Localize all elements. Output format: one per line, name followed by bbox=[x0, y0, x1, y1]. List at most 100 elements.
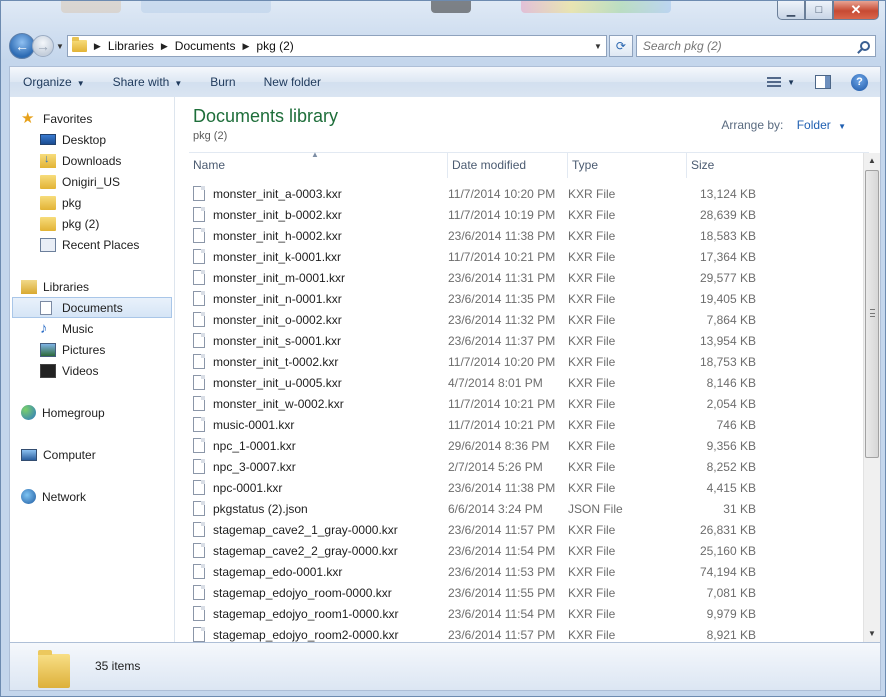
sidebar-item-videos[interactable]: Videos bbox=[10, 360, 174, 381]
file-name[interactable]: npc-0001.kxr bbox=[213, 481, 282, 495]
breadcrumb-current-folder[interactable]: pkg (2) bbox=[256, 39, 293, 53]
column-header-size[interactable]: Size bbox=[687, 153, 767, 178]
recent-pages-icon[interactable]: ▼ bbox=[56, 42, 64, 51]
vertical-scrollbar[interactable]: ▲ ▼ bbox=[863, 153, 880, 642]
sidebar-item-pkg[interactable]: pkg bbox=[10, 192, 174, 213]
burn-button[interactable]: Burn bbox=[210, 75, 235, 89]
file-name[interactable]: monster_init_m-0001.kxr bbox=[213, 271, 345, 285]
chevron-right-icon[interactable]: ▶ bbox=[243, 41, 250, 52]
sidebar-item-homegroup[interactable]: Homegroup bbox=[10, 402, 174, 423]
search-icon[interactable] bbox=[859, 41, 870, 51]
sidebar-item-onigiri-us[interactable]: Onigiri_US bbox=[10, 171, 174, 192]
window-controls: ▁ □ ✕ bbox=[777, 1, 879, 20]
file-name[interactable]: monster_init_s-0001.kxr bbox=[213, 334, 341, 348]
preview-pane-icon[interactable] bbox=[815, 75, 831, 89]
sidebar-item-desktop[interactable]: Desktop bbox=[10, 129, 174, 150]
file-name[interactable]: stagemap_edojyo_room-0000.kxr bbox=[213, 586, 392, 600]
file-name-cell: stagemap_cave2_1_gray-0000.kxr bbox=[193, 522, 448, 537]
chevron-down-icon[interactable]: ▼ bbox=[838, 122, 846, 131]
file-row[interactable]: monster_init_t-0002.kxr 11/7/2014 10:20 P… bbox=[193, 351, 853, 372]
new-folder-button[interactable]: New folder bbox=[264, 75, 321, 89]
file-row[interactable]: stagemap_edojyo_room-0000.kxr 23/6/2014 1… bbox=[193, 582, 853, 603]
column-header-type[interactable]: Type bbox=[568, 153, 687, 178]
file-row[interactable]: stagemap_edo-0001.kxr 23/6/2014 11:53 PM K… bbox=[193, 561, 853, 582]
file-row[interactable]: stagemap_cave2_1_gray-0000.kxr 23/6/2014 … bbox=[193, 519, 853, 540]
file-row[interactable]: monster_init_a-0003.kxr 11/7/2014 10:20 P… bbox=[193, 183, 853, 204]
chevron-right-icon[interactable]: ▶ bbox=[94, 41, 101, 52]
column-header-name[interactable]: ▲ Name bbox=[189, 150, 448, 178]
file-name[interactable]: monster_init_w-0002.kxr bbox=[213, 397, 344, 411]
minimize-button[interactable]: ▁ bbox=[777, 1, 805, 20]
file-row[interactable]: monster_init_b-0002.kxr 11/7/2014 10:19 P… bbox=[193, 204, 853, 225]
file-name[interactable]: stagemap_cave2_2_gray-0000.kxr bbox=[213, 544, 398, 558]
chevron-right-icon[interactable]: ▶ bbox=[161, 41, 168, 52]
file-name[interactable]: stagemap_edojyo_room1-0000.kxr bbox=[213, 607, 398, 621]
file-name[interactable]: stagemap_edojyo_room2-0000.kxr bbox=[213, 628, 398, 642]
file-icon bbox=[193, 501, 205, 516]
scroll-down-arrow-icon[interactable]: ▼ bbox=[864, 626, 880, 642]
help-icon[interactable]: ? bbox=[851, 73, 868, 91]
search-box[interactable] bbox=[635, 35, 876, 57]
sidebar-item-favorites[interactable]: ★ Favorites bbox=[10, 108, 174, 129]
sidebar-item-documents[interactable]: Documents bbox=[12, 297, 172, 318]
scroll-up-arrow-icon[interactable]: ▲ bbox=[864, 153, 880, 169]
maximize-button[interactable]: □ bbox=[805, 1, 833, 20]
search-input[interactable] bbox=[642, 39, 843, 53]
share-with-button[interactable]: Share with ▼ bbox=[113, 75, 183, 89]
file-name[interactable]: stagemap_cave2_1_gray-0000.kxr bbox=[213, 523, 398, 537]
sidebar-item-recent-places[interactable]: Recent Places bbox=[10, 234, 174, 255]
file-name[interactable]: stagemap_edo-0001.kxr bbox=[213, 565, 342, 579]
file-row[interactable]: monster_init_m-0001.kxr 23/6/2014 11:31 P… bbox=[193, 267, 853, 288]
change-view-icon[interactable] bbox=[767, 77, 782, 87]
file-name[interactable]: monster_init_a-0003.kxr bbox=[213, 187, 342, 201]
file-date-modified: 6/6/2014 3:24 PM bbox=[448, 501, 543, 516]
scrollbar-thumb[interactable] bbox=[865, 170, 879, 458]
arrange-by-dropdown[interactable]: Folder bbox=[797, 118, 831, 132]
file-row[interactable]: npc_3-0007.kxr 2/7/2014 5:26 PM KXR File 8,… bbox=[193, 456, 853, 477]
file-name[interactable]: monster_init_h-0002.kxr bbox=[213, 229, 342, 243]
file-name[interactable]: npc_1-0001.kxr bbox=[213, 439, 296, 453]
file-row[interactable]: stagemap_edojyo_room1-0000.kxr 23/6/2014 … bbox=[193, 603, 853, 624]
file-row[interactable]: npc_1-0001.kxr 29/6/2014 8:36 PM KXR File 9… bbox=[193, 435, 853, 456]
file-name[interactable]: monster_init_u-0005.kxr bbox=[213, 376, 342, 390]
file-row[interactable]: stagemap_cave2_2_gray-0000.kxr 23/6/2014 … bbox=[193, 540, 853, 561]
close-button[interactable]: ✕ bbox=[833, 1, 879, 20]
sidebar-item-pictures[interactable]: Pictures bbox=[10, 339, 174, 360]
sidebar-item-computer[interactable]: Computer bbox=[10, 444, 174, 465]
file-name[interactable]: monster_init_b-0002.kxr bbox=[213, 208, 342, 222]
file-row[interactable]: monster_init_n-0001.kxr 23/6/2014 11:35 P… bbox=[193, 288, 853, 309]
view-options-chevron-down-icon[interactable]: ▼ bbox=[787, 78, 795, 87]
file-row[interactable]: monster_init_w-0002.kxr 11/7/2014 10:21 P… bbox=[193, 393, 853, 414]
sidebar-item-network[interactable]: Network bbox=[10, 486, 174, 507]
file-row[interactable]: monster_init_u-0005.kxr 4/7/2014 8:01 PM K… bbox=[193, 372, 853, 393]
sidebar-item-downloads[interactable]: Downloads bbox=[10, 150, 174, 171]
refresh-button[interactable]: ⟳ bbox=[608, 35, 633, 57]
sidebar-item-music[interactable]: ♪ Music bbox=[10, 318, 174, 339]
sidebar-item-pkg-2[interactable]: pkg (2) bbox=[10, 213, 174, 234]
file-row[interactable]: npc-0001.kxr 23/6/2014 11:38 PM KXR File 4,… bbox=[193, 477, 853, 498]
address-dropdown-icon[interactable]: ▼ bbox=[590, 42, 606, 51]
file-row[interactable]: monster_init_s-0001.kxr 23/6/2014 11:37 P… bbox=[193, 330, 853, 351]
file-name[interactable]: monster_init_o-0002.kxr bbox=[213, 313, 342, 327]
file-row[interactable]: stagemap_edojyo_room2-0000.kxr 23/6/2014 … bbox=[193, 624, 853, 642]
breadcrumb-libraries[interactable]: Libraries bbox=[108, 39, 154, 53]
file-row[interactable]: pkgstatus (2).json 6/6/2014 3:24 PM JSON F… bbox=[193, 498, 853, 519]
file-row[interactable]: monster_init_o-0002.kxr 23/6/2014 11:32 P… bbox=[193, 309, 853, 330]
file-row[interactable]: monster_init_k-0001.kxr 11/7/2014 10:21 P… bbox=[193, 246, 853, 267]
file-row[interactable]: music-0001.kxr 11/7/2014 10:21 PM KXR File… bbox=[193, 414, 853, 435]
file-name[interactable]: monster_init_t-0002.kxr bbox=[213, 355, 338, 369]
sidebar-item-libraries[interactable]: Libraries bbox=[10, 276, 174, 297]
file-name[interactable]: pkgstatus (2).json bbox=[213, 502, 308, 516]
file-name[interactable]: monster_init_k-0001.kxr bbox=[213, 250, 341, 264]
file-row[interactable]: monster_init_h-0002.kxr 23/6/2014 11:38 P… bbox=[193, 225, 853, 246]
sidebar-item-label: Pictures bbox=[62, 342, 106, 357]
file-type: KXR File bbox=[568, 564, 616, 579]
file-name[interactable]: npc_3-0007.kxr bbox=[213, 460, 296, 474]
forward-button[interactable]: → bbox=[32, 35, 54, 57]
column-header-date-modified[interactable]: Date modified bbox=[448, 153, 568, 178]
breadcrumb-documents[interactable]: Documents bbox=[175, 39, 236, 53]
address-bar[interactable]: ▶ Libraries ▶ Documents ▶ pkg (2) ▼ bbox=[66, 35, 607, 57]
organize-button[interactable]: Organize ▼ bbox=[23, 75, 85, 89]
file-name[interactable]: monster_init_n-0001.kxr bbox=[213, 292, 342, 306]
file-name[interactable]: music-0001.kxr bbox=[213, 418, 294, 432]
